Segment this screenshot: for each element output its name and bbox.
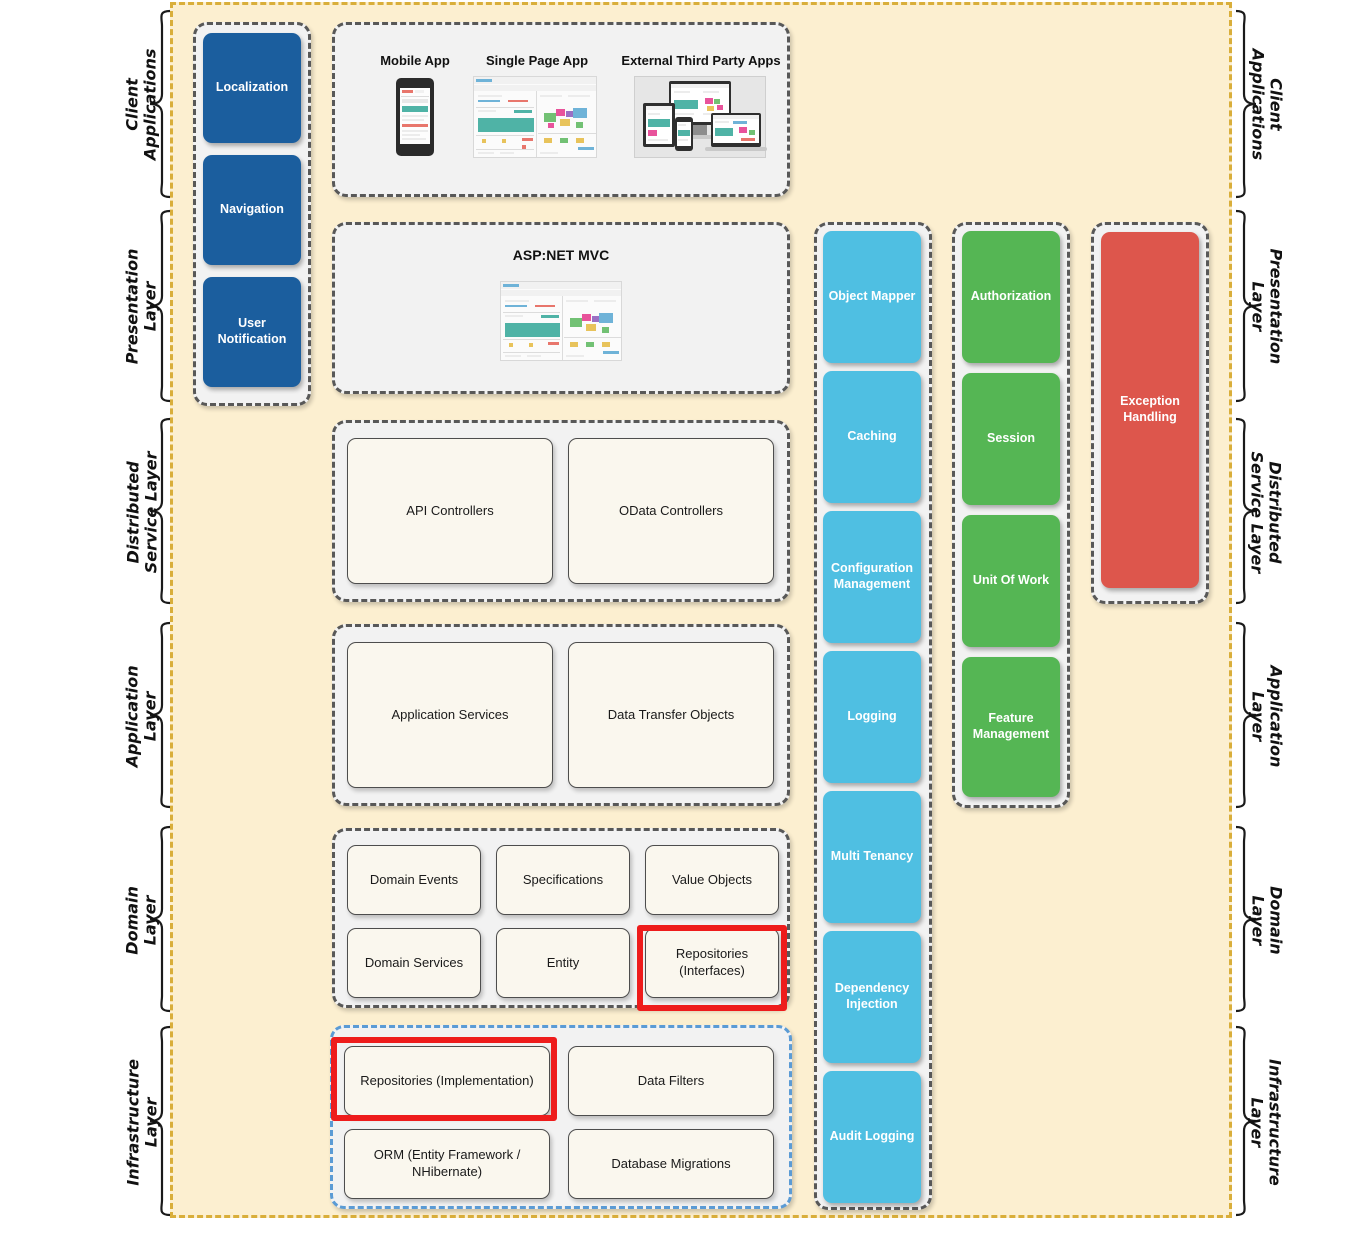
right-label-client-applications: Client Applications xyxy=(1248,48,1286,161)
chip-session[interactable]: Session xyxy=(962,373,1060,505)
chip-feature-management[interactable]: Feature Management xyxy=(962,657,1060,797)
chip-object-mapper[interactable]: Object Mapper xyxy=(823,231,921,363)
chip-unit-of-work[interactable]: Unit Of Work xyxy=(962,515,1060,647)
caption-single-page-app: Single Page App xyxy=(485,53,589,68)
box-application-services[interactable]: Application Services xyxy=(347,642,553,788)
architecture-diagram: Client Applications Presentation Layer D… xyxy=(0,0,1345,1233)
box-domain-services[interactable]: Domain Services xyxy=(347,928,481,998)
box-data-transfer-objects[interactable]: Data Transfer Objects xyxy=(568,642,774,788)
multi-device-thumbnail xyxy=(634,76,767,158)
chip-authorization[interactable]: Authorization xyxy=(962,231,1060,363)
left-label-application-layer: Application Layer xyxy=(122,665,160,768)
chip-audit-logging[interactable]: Audit Logging xyxy=(823,1071,921,1203)
left-label-distributed-service-layer: Distributed Service Layer xyxy=(123,451,161,574)
left-label-client-applications: Client Applications xyxy=(122,48,160,161)
box-orm[interactable]: ORM (Entity Framework / NHibernate) xyxy=(344,1129,550,1199)
box-entity[interactable]: Entity xyxy=(496,928,630,998)
caption-aspnet-mvc: ASP:NET MVC xyxy=(512,247,610,263)
mobile-phone-thumbnail xyxy=(396,78,434,156)
chip-caching[interactable]: Caching xyxy=(823,371,921,503)
right-label-domain-layer: Domain Layer xyxy=(1248,886,1286,955)
left-label-presentation-layer: Presentation Layer xyxy=(122,248,160,365)
chip-exception-handling[interactable]: Exception Handling xyxy=(1101,232,1199,588)
left-label-domain-layer: Domain Layer xyxy=(122,886,160,955)
chip-logging[interactable]: Logging xyxy=(823,651,921,783)
left-label-infrastructure-layer: Infrastructure Layer xyxy=(123,1059,161,1186)
box-database-migrations[interactable]: Database Migrations xyxy=(568,1129,774,1199)
box-repositories-implementation[interactable]: Repositories (Implementation) xyxy=(344,1046,550,1116)
chip-localization[interactable]: Localization xyxy=(203,33,301,143)
box-repositories-interfaces[interactable]: Repositories (Interfaces) xyxy=(645,928,779,998)
chip-multi-tenancy[interactable]: Multi Tenancy xyxy=(823,791,921,923)
box-value-objects[interactable]: Value Objects xyxy=(645,845,779,915)
box-api-controllers[interactable]: API Controllers xyxy=(347,438,553,584)
right-label-application-layer: Application Layer xyxy=(1248,665,1286,768)
box-domain-events[interactable]: Domain Events xyxy=(347,845,481,915)
caption-mobile-app: Mobile App xyxy=(380,53,450,68)
right-label-distributed-service-layer: Distributed Service Layer xyxy=(1247,451,1285,574)
chip-dependency-injection[interactable]: Dependency Injection xyxy=(823,931,921,1063)
right-label-infrastructure-layer: Infrastructure Layer xyxy=(1247,1059,1285,1186)
box-specifications[interactable]: Specifications xyxy=(496,845,630,915)
chip-navigation[interactable]: Navigation xyxy=(203,155,301,265)
box-data-filters[interactable]: Data Filters xyxy=(568,1046,774,1116)
presentation-dashboard-thumbnail xyxy=(500,281,622,361)
box-odata-controllers[interactable]: OData Controllers xyxy=(568,438,774,584)
single-page-app-dashboard-thumbnail xyxy=(473,76,597,158)
right-label-presentation-layer: Presentation Layer xyxy=(1248,248,1286,365)
chip-configuration-management[interactable]: Configuration Management xyxy=(823,511,921,643)
chip-user-notification[interactable]: User Notification xyxy=(203,277,301,387)
caption-external-third-party-apps: External Third Party Apps xyxy=(621,53,781,68)
